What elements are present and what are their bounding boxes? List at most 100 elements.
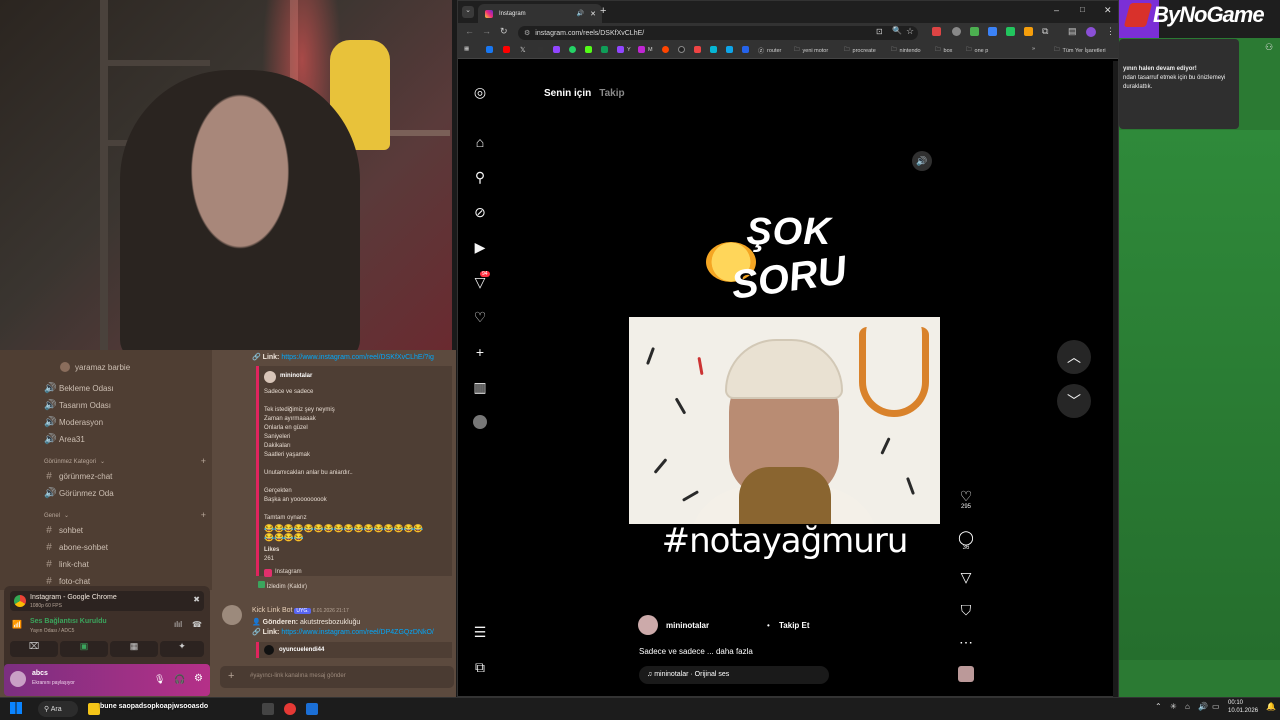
tray-expand-icon[interactable]: ⌃	[1155, 702, 1162, 711]
bookmark-yeni-motor[interactable]: 🗀 yeni motor	[794, 46, 828, 55]
create-icon[interactable]: +	[471, 343, 489, 361]
extension-icon[interactable]	[932, 27, 941, 36]
network-icon[interactable]: ⌂	[1185, 702, 1190, 711]
extension-icon[interactable]	[1006, 27, 1015, 36]
previous-reel-button[interactable]: ︿	[1057, 340, 1091, 374]
channel-gorunmez-oda[interactable]: 🔊 Görünmez Oda	[44, 486, 114, 500]
minimize-button[interactable]: –	[1054, 5, 1059, 15]
avatar[interactable]	[10, 671, 26, 687]
avatar[interactable]	[222, 605, 242, 625]
bookmark-twitch[interactable]	[553, 46, 560, 53]
channel-abone-sohbet[interactable]: # abone-sohbet	[44, 540, 108, 554]
link-url[interactable]: https://www.instagram.com/reel/DP4ZGQzDN…	[281, 629, 433, 636]
message-input[interactable]: + #yayıncı-link kanalına mesaj gönder	[220, 666, 454, 688]
windows-start-icon[interactable]	[10, 702, 22, 714]
plus-icon[interactable]: +	[228, 670, 234, 682]
file-explorer-icon[interactable]	[88, 703, 100, 715]
channel-sohbet[interactable]: # sohbet	[44, 523, 83, 537]
bookmark-favicon-item[interactable]	[678, 46, 685, 53]
reload-icon[interactable]: ↻	[500, 26, 508, 37]
tab-following[interactable]: Takip	[599, 88, 624, 99]
tab-for-you[interactable]: Senin için	[544, 88, 591, 99]
bookmarks-overflow-icon[interactable]: »	[1032, 46, 1035, 52]
bookmark-nintendo[interactable]: 🗀 nintendo	[891, 46, 921, 55]
profile-avatar[interactable]	[1086, 27, 1096, 37]
channel-bekleme[interactable]: 🔊 Bekleme Odası	[44, 381, 114, 395]
reel-author[interactable]: mininotalar	[666, 621, 709, 630]
bookmark-threads[interactable]	[537, 46, 544, 53]
mic-icon[interactable]: 🎙	[154, 674, 165, 685]
bookmark-favicon-item[interactable]	[694, 46, 701, 53]
battery-icon[interactable]: ▭	[1212, 702, 1220, 711]
search-icon[interactable]: ⚲	[471, 168, 489, 186]
channel-link-chat[interactable]: # link-chat	[44, 557, 89, 571]
reel-caption[interactable]: Sadece ve sadece ... daha fazla	[639, 647, 753, 656]
steam-icon[interactable]	[306, 703, 318, 715]
explore-icon[interactable]: ⊘	[471, 203, 489, 221]
category-hidden[interactable]: Görünmez Kategori ⌄	[44, 458, 105, 466]
audio-thumb[interactable]	[956, 666, 976, 687]
volume-icon[interactable]: 🔊	[1198, 702, 1208, 711]
bookmark-y[interactable]: Y	[617, 46, 631, 53]
bookmark-procreate[interactable]: 🗀 procreate	[844, 46, 876, 55]
taskbar-search[interactable]: ⚲ Ara	[38, 701, 78, 717]
extensions-puzzle-icon[interactable]: ⧉	[1042, 26, 1048, 37]
clock-date[interactable]: 10.01.2026	[1228, 708, 1258, 714]
meta-apps-icon[interactable]: ⧉	[471, 658, 489, 676]
connection-channel[interactable]: Yayın Odası / ADC5	[30, 628, 74, 634]
install-icon[interactable]: ⊡	[876, 27, 883, 36]
stream-card[interactable]: Instagram - Google Chrome 1080p 60 FPS ✖	[10, 591, 204, 611]
channel-tasarim[interactable]: 🔊 Tasarım Odası	[44, 398, 111, 412]
headphones-icon[interactable]: 🎧	[174, 674, 185, 685]
bookmark-m[interactable]: M	[638, 46, 653, 53]
follow-button[interactable]: Takip Et	[779, 621, 810, 630]
bookmark-kick[interactable]	[585, 46, 592, 53]
menu-icon[interactable]: ⋮	[1106, 26, 1115, 37]
dashboard-icon[interactable]: ▥	[471, 378, 489, 396]
bookmark-box[interactable]: 🗀 box	[935, 46, 952, 55]
stop-stream-icon[interactable]: ✖	[193, 595, 200, 604]
star-icon[interactable]: ☆	[906, 26, 914, 37]
bookmark-favicon-item[interactable]	[710, 46, 717, 53]
gear-icon[interactable]: ⚙	[194, 673, 203, 684]
tray-icon[interactable]: ✳	[1170, 702, 1177, 711]
like-action[interactable]: ♡ 295	[956, 488, 976, 510]
bookmark-facebook[interactable]	[486, 46, 493, 53]
zoom-icon[interactable]: 🔍	[892, 26, 902, 35]
app-icon[interactable]	[284, 703, 296, 715]
app-icon[interactable]	[262, 703, 274, 715]
embed-author[interactable]: mininotalar	[280, 373, 312, 379]
disconnect-icon[interactable]: ☎	[192, 620, 202, 629]
profile-avatar[interactable]	[471, 413, 489, 431]
volume-icon[interactable]: 🔊	[912, 151, 932, 171]
bookmark-reddit[interactable]	[662, 46, 669, 53]
home-icon[interactable]: ⌂	[471, 133, 489, 151]
embed-author[interactable]: oyuncuelendi44	[279, 647, 324, 653]
soundboard-button[interactable]: ✦	[160, 641, 204, 657]
tab-search-icon[interactable]: ⌄	[462, 6, 474, 18]
reels-icon[interactable]: ▶	[471, 238, 489, 256]
new-tab-button[interactable]: +	[600, 5, 606, 17]
link-url[interactable]: https://www.instagram.com/reel/DSKfXvCLh…	[281, 354, 434, 361]
bookmark-x[interactable]: 𝕏	[520, 46, 526, 54]
bookmark-youtube[interactable]	[503, 46, 510, 53]
bookmark-sheets[interactable]	[601, 46, 608, 53]
avatar[interactable]	[638, 615, 658, 635]
reel-video[interactable]: ŞOK SORU #notayağmuru 🔊 mininotalar • Ta…	[629, 144, 940, 691]
all-bookmarks[interactable]: 🗀 Tüm Yer İşaretleri	[1054, 46, 1106, 55]
back-icon[interactable]: ←	[465, 26, 474, 36]
heart-icon[interactable]: ♡	[471, 308, 489, 326]
more-menu-icon[interactable]: ☰	[471, 623, 489, 641]
bookmark-whatsapp[interactable]	[569, 46, 576, 53]
next-reel-button[interactable]: ﹀	[1057, 384, 1091, 418]
connection-status[interactable]: Ses Bağlantısı Kuruldu	[30, 618, 107, 625]
channel-moderasyon[interactable]: 🔊 Moderasyon	[44, 415, 103, 429]
noise-suppression-icon[interactable]: ılıl	[174, 620, 182, 629]
channel-gorunmez-chat[interactable]: # görünmez-chat	[44, 469, 112, 483]
bot-name[interactable]: Kick Link Bot	[252, 607, 292, 614]
comment-action[interactable]: ◯ 36	[956, 529, 976, 551]
notifications-icon[interactable]: 🔔	[1266, 702, 1276, 711]
more-action[interactable]: ⋯	[956, 634, 976, 650]
extension-icon[interactable]	[952, 27, 961, 36]
activities-button[interactable]: ▦	[110, 641, 158, 657]
